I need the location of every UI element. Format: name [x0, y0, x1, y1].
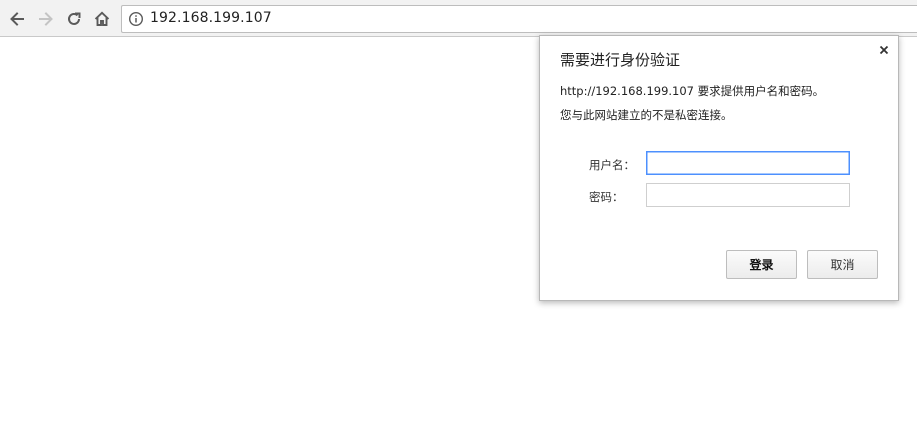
privacy-warning: 您与此网站建立的不是私密连接。 — [560, 108, 733, 122]
cancel-button[interactable]: 取消 — [807, 250, 878, 279]
auth-message: http://192.168.199.107 要求提供用户名和密码。 — [560, 84, 825, 98]
close-icon — [879, 40, 889, 59]
forward-button[interactable] — [34, 7, 58, 31]
address-bar[interactable]: 192.168.199.107 — [121, 5, 917, 33]
close-button[interactable] — [876, 41, 892, 57]
browser-toolbar: 192.168.199.107 — [0, 0, 917, 37]
reload-icon — [65, 10, 83, 28]
url-text[interactable]: 192.168.199.107 — [150, 10, 272, 26]
info-icon[interactable] — [128, 11, 144, 27]
login-button[interactable]: 登录 — [726, 250, 797, 279]
username-label: 用户名： — [589, 158, 635, 172]
dialog-title: 需要进行身份验证 — [560, 51, 681, 69]
back-button[interactable] — [5, 7, 29, 31]
username-input[interactable] — [646, 151, 850, 175]
back-arrow-icon — [8, 10, 26, 28]
auth-dialog: 需要进行身份验证 http://192.168.199.107 要求提供用户名和… — [539, 35, 899, 301]
home-button[interactable] — [90, 7, 114, 31]
forward-arrow-icon — [37, 10, 55, 28]
password-label: 密码： — [589, 190, 624, 204]
reload-button[interactable] — [62, 7, 86, 31]
home-icon — [93, 10, 111, 28]
password-input[interactable] — [646, 183, 850, 207]
